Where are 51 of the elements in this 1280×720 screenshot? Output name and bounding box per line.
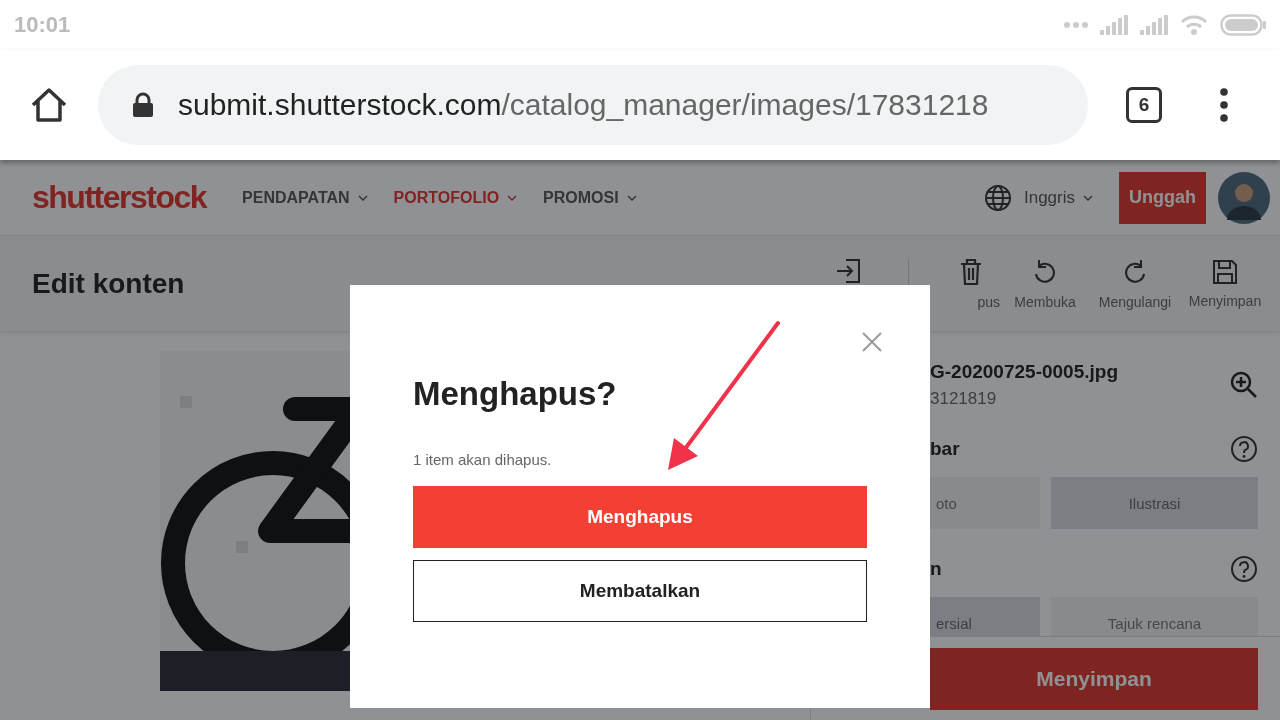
nav-menu[interactable]: PENDAPATAN (242, 188, 368, 207)
address-bar[interactable]: submit.shutterstock.com/catalog_manager/images/17831218 (98, 65, 1088, 145)
nav-menu[interactable]: PROMOSI (543, 188, 637, 207)
sign-in-icon[interactable] (834, 256, 863, 285)
chevron-down-icon (626, 194, 637, 201)
redo-icon[interactable] (1122, 257, 1148, 286)
tool-label[interactable]: Menyimpan (1188, 292, 1262, 309)
delete-button[interactable]: Menghapus (413, 486, 867, 548)
save-button[interactable]: Menyimpan (930, 648, 1258, 710)
tab-count-button[interactable]: 6 (1126, 87, 1162, 123)
chevron-down-icon (1083, 194, 1093, 201)
option-button[interactable]: ersial (930, 597, 1040, 636)
undo-icon[interactable] (1032, 257, 1058, 286)
trash-icon[interactable] (959, 257, 984, 286)
clock: 10:01 (14, 12, 71, 38)
language-dropdown[interactable]: Inggris (1023, 187, 1093, 208)
battery-icon (1220, 14, 1266, 36)
url-text: submit.shutterstock.com/catalog_manager/images/17831218 (178, 88, 989, 122)
tool-label[interactable]: Mengulangi (1098, 293, 1172, 310)
nav-menu[interactable]: PORTOFOLIO (393, 188, 518, 207)
signal-icon (1140, 15, 1168, 35)
save-icon[interactable] (1212, 258, 1238, 285)
option-button[interactable]: Tajuk rencana (1051, 597, 1258, 636)
chevron-down-icon (357, 194, 368, 201)
section-heading: bar (930, 438, 960, 460)
signal-icon (1100, 15, 1128, 35)
tool-label[interactable]: pus (977, 293, 1000, 310)
upload-button[interactable]: Unggah (1119, 171, 1206, 224)
signal-dots-icon (1064, 22, 1088, 28)
menu-icon[interactable] (1220, 88, 1228, 122)
wifi-icon (1180, 15, 1208, 35)
avatar[interactable] (1218, 171, 1270, 224)
file-name: G-20200725-0005.jpg (930, 361, 1118, 383)
logo[interactable]: shutterstock (32, 179, 207, 216)
page-title: Edit konten (32, 267, 185, 300)
file-id: 3121819 (930, 389, 998, 409)
cancel-button[interactable]: Membatalkan (413, 560, 867, 622)
option-button[interactable]: Ilustrasi (1051, 477, 1258, 529)
zoom-in-icon[interactable] (1230, 371, 1258, 399)
chevron-down-icon (507, 194, 518, 201)
help-icon[interactable] (1230, 435, 1258, 463)
option-button[interactable]: oto (930, 477, 1040, 529)
home-icon[interactable] (30, 87, 68, 123)
dialog-title: Menghapus? (413, 375, 618, 413)
section-heading: n (930, 558, 942, 580)
lock-icon (132, 92, 154, 118)
close-icon[interactable] (862, 332, 882, 352)
dialog-message: 1 item akan dihapus. (413, 451, 553, 468)
help-icon[interactable] (1230, 555, 1258, 583)
globe-icon (983, 183, 1012, 212)
tool-label[interactable]: Membuka (1014, 293, 1076, 310)
